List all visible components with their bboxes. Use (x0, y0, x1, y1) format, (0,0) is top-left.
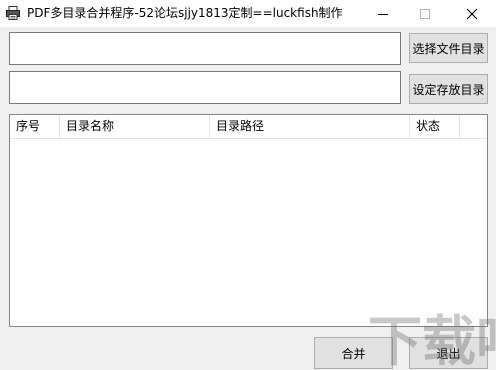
source-dir-field[interactable] (9, 32, 401, 65)
title-bar[interactable]: PDF多目录合并程序-52论坛sjjy1813定制==luckfish制作 (0, 0, 496, 27)
close-icon (466, 8, 478, 19)
close-button[interactable] (452, 0, 492, 27)
directory-list[interactable]: 序号 目录名称 目录路径 状态 (9, 114, 488, 327)
column-header-index[interactable]: 序号 (10, 115, 60, 138)
main-window: PDF多目录合并程序-52论坛sjjy1813定制==luckfish制作 选择… (0, 0, 496, 370)
window-title: PDF多目录合并程序-52论坛sjjy1813定制==luckfish制作 (27, 6, 343, 20)
printer-icon (6, 6, 20, 20)
column-header-dir-name[interactable]: 目录名称 (60, 115, 210, 138)
watermark-logo: 下载吧 (368, 310, 496, 370)
output-dir-field[interactable] (9, 71, 401, 104)
minimize-button[interactable] (363, 0, 403, 27)
list-header: 序号 目录名称 目录路径 状态 (10, 115, 487, 139)
column-header-dir-path[interactable]: 目录路径 (210, 115, 410, 138)
maximize-button[interactable] (405, 0, 445, 27)
maximize-icon (420, 8, 430, 19)
column-header-status[interactable]: 状态 (410, 115, 460, 138)
set-save-dir-button[interactable]: 设定存放目录 (409, 74, 488, 104)
output-dir-input[interactable] (10, 72, 400, 103)
watermark-text: 下载吧 (368, 310, 496, 370)
select-files-button[interactable]: 选择文件目录 (409, 33, 488, 63)
minimize-icon (378, 13, 388, 15)
source-dir-input[interactable] (10, 33, 400, 64)
